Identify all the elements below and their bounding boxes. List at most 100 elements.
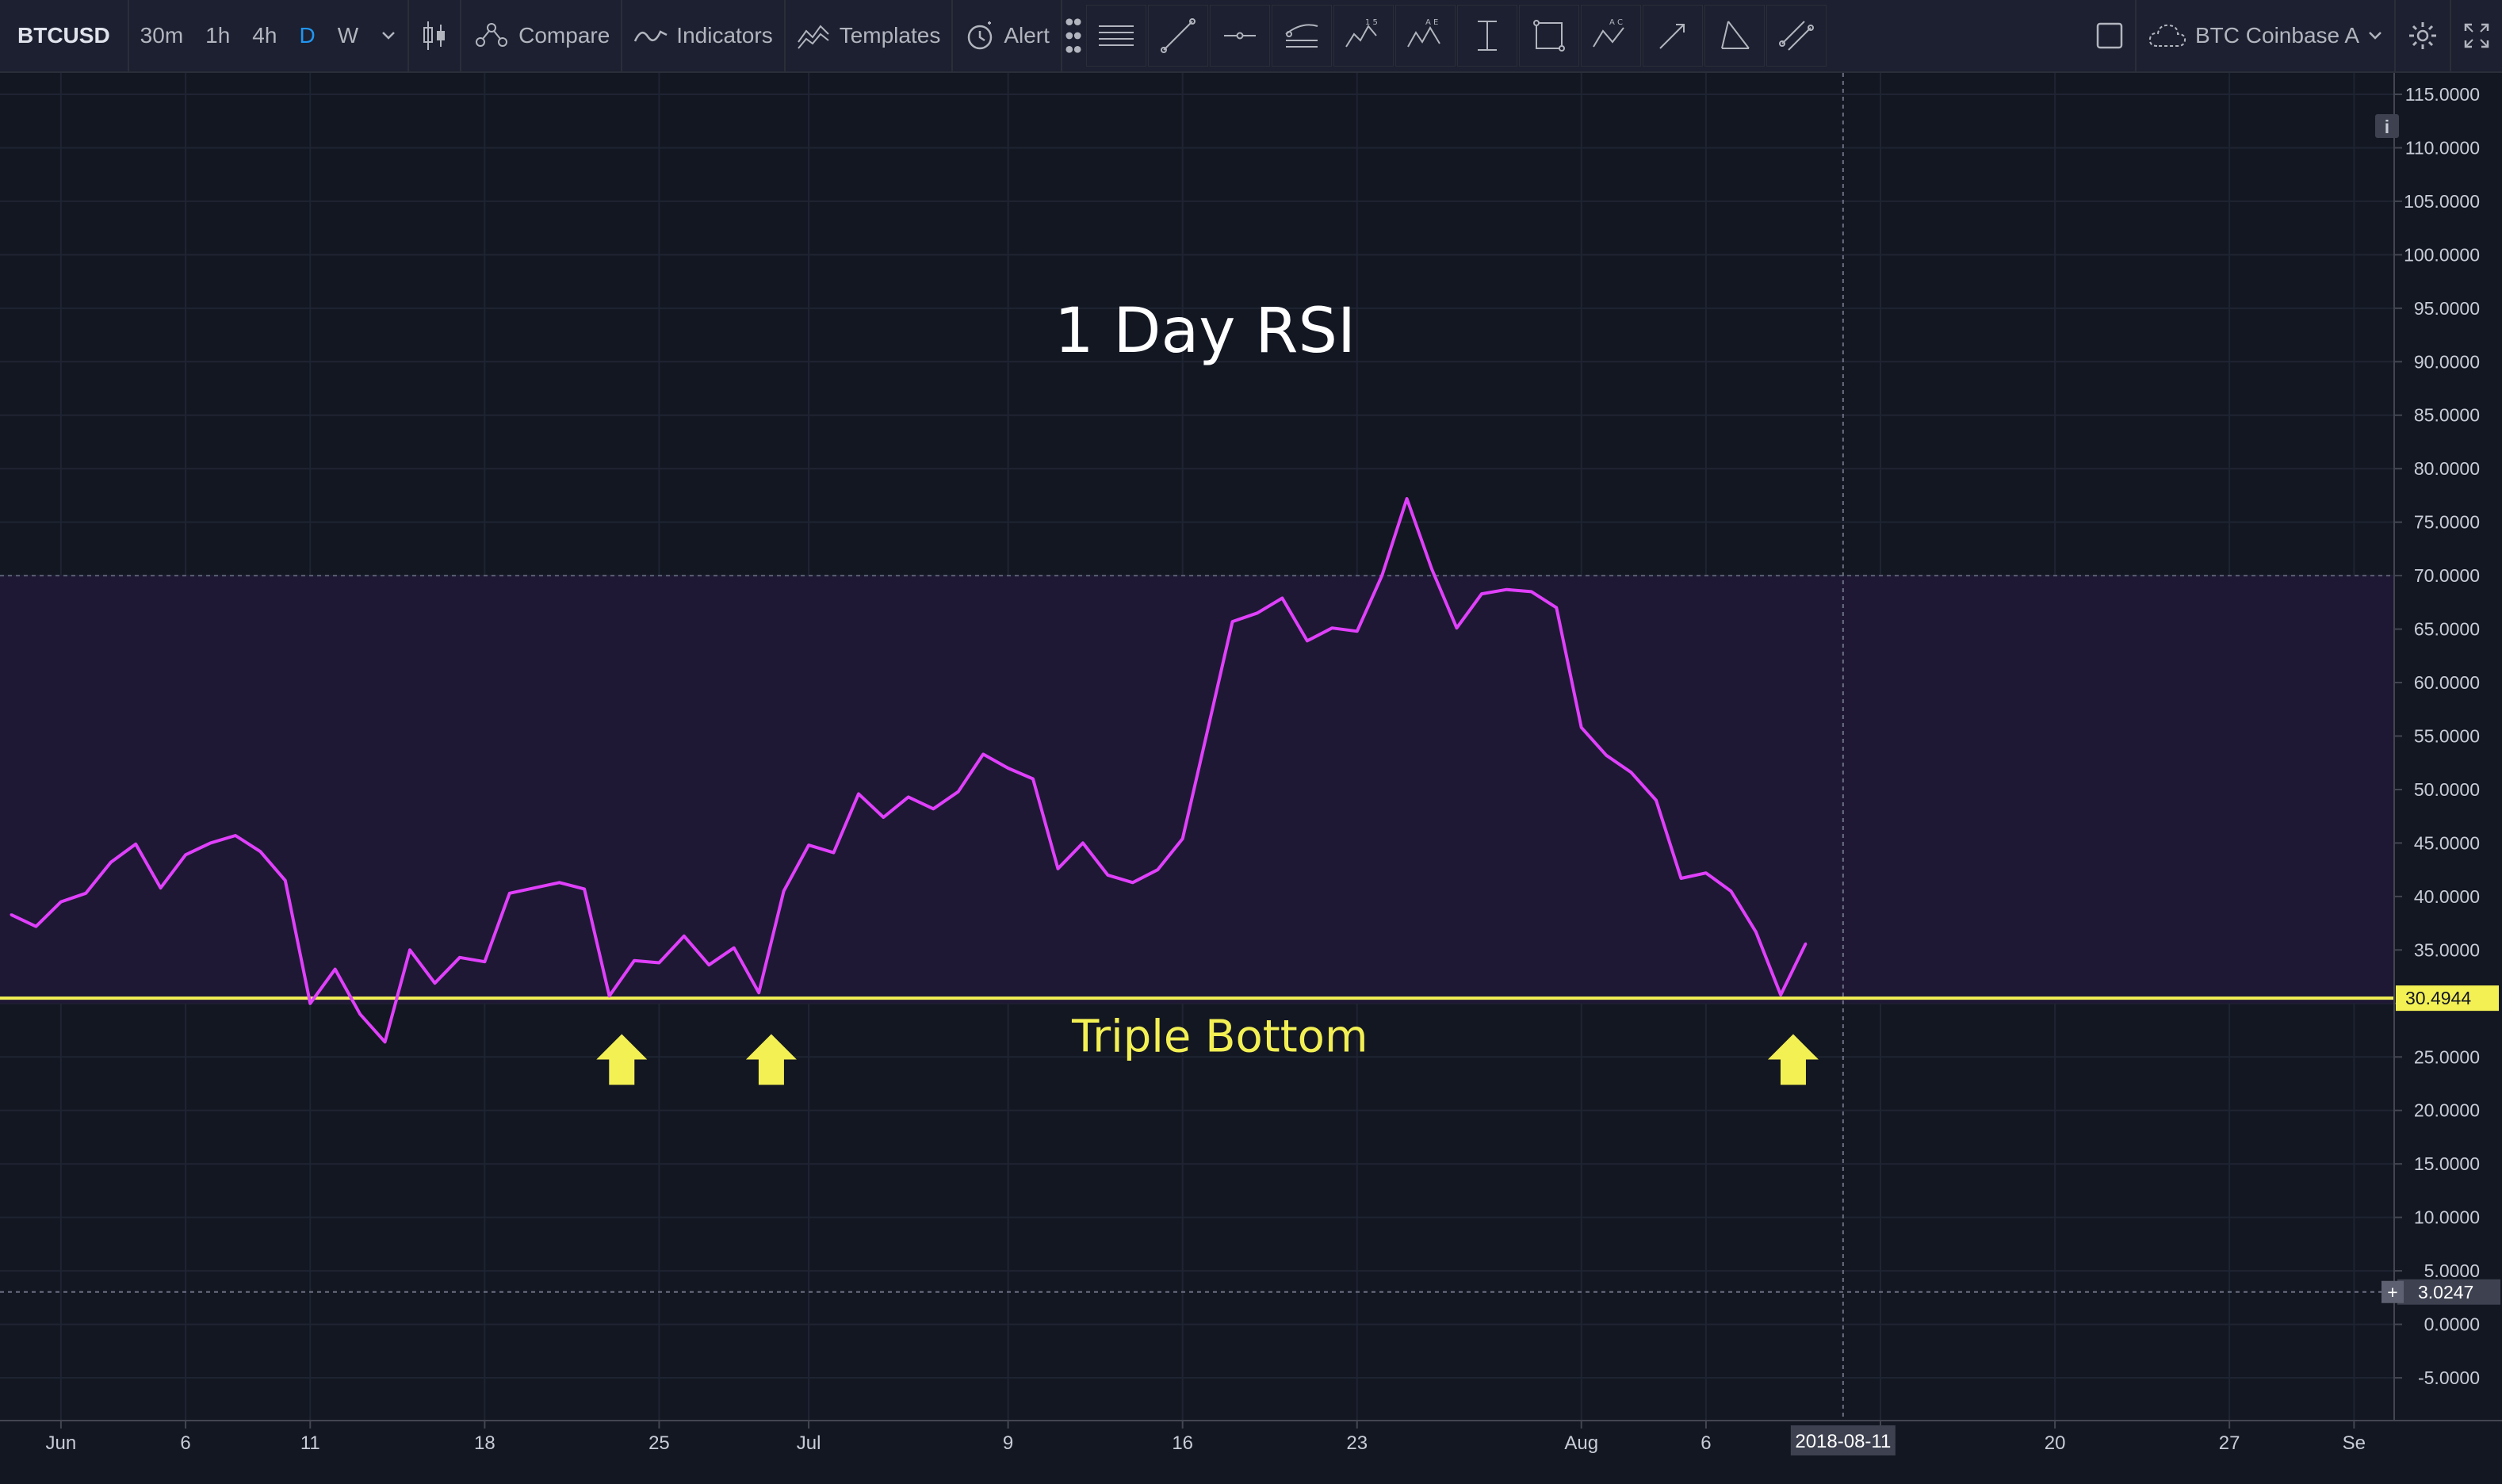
rsi-point-66 <box>1655 799 1658 801</box>
interval-dropdown-icon[interactable] <box>369 0 407 72</box>
interval-1h[interactable]: 1h <box>194 0 241 72</box>
templates-button[interactable]: Templates <box>786 0 954 72</box>
chart-title: 1 Day RSI <box>1054 296 1356 367</box>
compare-button[interactable]: Compare <box>461 0 623 72</box>
y-tick-label: 115.0000 <box>2405 84 2480 105</box>
rsi-point-35 <box>882 816 885 819</box>
alert-button[interactable]: Alert <box>953 0 1062 72</box>
rsi-point-15 <box>384 1040 387 1043</box>
pattern-tool-icon[interactable]: A E <box>1394 5 1456 67</box>
rsi-point-54 <box>1356 629 1359 633</box>
rsi-point-63 <box>1580 726 1583 729</box>
settings-button[interactable] <box>2396 0 2451 72</box>
rsi-point-65 <box>1630 771 1633 774</box>
x-tick-label: Aug <box>1564 1432 1598 1454</box>
abcd-pattern-tool-icon[interactable]: A C <box>1580 5 1641 67</box>
indicators-button[interactable]: Indicators <box>622 0 786 72</box>
y-tick-label: 15.0000 <box>2414 1153 2480 1174</box>
rsi-point-7 <box>184 853 187 856</box>
x-tick-label: 9 <box>1003 1432 1013 1454</box>
rsi-point-42 <box>1057 867 1059 870</box>
info-icon[interactable]: i <box>2375 114 2399 138</box>
trend-line-tool-icon[interactable] <box>1147 5 1208 67</box>
rsi-point-23 <box>583 887 586 890</box>
rsi-point-27 <box>683 935 686 938</box>
expand-icon <box>2451 0 2502 72</box>
x-tick-label: 27 <box>2219 1432 2240 1454</box>
rsi-point-69 <box>1729 889 1732 893</box>
symbol-box[interactable]: BTCUSD <box>0 0 129 72</box>
y-tick-label: 110.0000 <box>2405 137 2480 158</box>
rsi-point-59 <box>1480 592 1483 595</box>
crosshair-price-label: 3.0247 <box>2418 1282 2473 1302</box>
rsi-point-43 <box>1081 841 1085 844</box>
rsi-point-20 <box>508 892 511 895</box>
rsi-point-3 <box>84 892 87 895</box>
plus-icon[interactable]: + <box>2387 1282 2397 1302</box>
rsi-point-57 <box>1430 568 1433 571</box>
interval-group: 30m 1h 4h D W <box>129 0 410 72</box>
rsi-point-2 <box>59 901 63 904</box>
y-tick-label: 50.0000 <box>2414 779 2480 800</box>
chevron-down-icon <box>2369 32 2381 40</box>
square-icon <box>2084 0 2135 72</box>
rsi-point-6 <box>159 886 163 889</box>
rsi-point-39 <box>981 752 985 755</box>
text-cursor-tool-icon[interactable] <box>1456 5 1517 67</box>
rsi-point-19 <box>483 960 486 963</box>
crosshair-date-label: 2018-08-11 <box>1795 1431 1891 1452</box>
rsi-point-14 <box>358 1012 362 1015</box>
rectangle-tool-icon[interactable] <box>1518 5 1579 67</box>
interval-w[interactable]: W <box>327 0 369 72</box>
y-tick-label: 55.0000 <box>2414 726 2480 747</box>
rsi-point-40 <box>1007 767 1010 770</box>
rsi-point-11 <box>284 879 287 882</box>
elliott-wave-tool-icon[interactable]: 1 5 <box>1333 5 1394 67</box>
chart-type-button[interactable] <box>409 0 462 72</box>
svg-text:A C: A C <box>1609 18 1623 27</box>
x-tick-label: 20 <box>2045 1432 2066 1454</box>
arrow-tool-icon[interactable] <box>1642 5 1703 67</box>
rsi-point-24 <box>608 994 611 997</box>
rsi-point-10 <box>258 850 262 853</box>
chart-area[interactable]: 1 Day RSI Triple Bottom -5.0000 0.0000 5.0… <box>0 73 2502 1484</box>
rsi-point-22 <box>558 881 561 884</box>
support-price-tag: 30.4944 <box>2396 985 2499 1012</box>
horizontal-lines-tool-icon[interactable] <box>1085 5 1146 67</box>
rsi-point-70 <box>1754 930 1758 933</box>
rsi-point-51 <box>1280 597 1284 599</box>
x-tick-label: Se <box>2343 1432 2366 1454</box>
rsi-chart[interactable]: 1 Day RSI Triple Bottom -5.0000 0.0000 5.0… <box>0 73 2502 1484</box>
x-tick-label: 25 <box>648 1432 670 1454</box>
y-tick-label: 85.0000 <box>2414 405 2480 426</box>
alert-label: Alert <box>1004 23 1050 48</box>
fullscreen-toggle[interactable] <box>2084 0 2137 72</box>
exchange-label: BTC Coinbase A <box>2195 23 2359 48</box>
y-tick-label: 75.0000 <box>2414 512 2480 533</box>
rsi-point-50 <box>1256 611 1259 614</box>
rsi-point-48 <box>1206 729 1209 732</box>
exchange-selector[interactable]: BTC Coinbase A <box>2137 0 2396 72</box>
rsi-point-72 <box>1804 942 1808 945</box>
rsi-point-28 <box>707 963 710 966</box>
expand-button[interactable] <box>2451 0 2502 72</box>
y-tick-label: 105.0000 <box>2404 191 2480 212</box>
angle-tool-icon[interactable] <box>1704 5 1765 67</box>
y-tick-label: 25.0000 <box>2414 1046 2480 1067</box>
alarm-clock-icon <box>968 21 993 50</box>
rsi-point-61 <box>1530 590 1533 593</box>
rsi-point-37 <box>932 807 935 810</box>
drag-handle-icon[interactable] <box>1062 5 1085 67</box>
rsi-point-1 <box>34 925 37 928</box>
pitchfork-tool-icon[interactable] <box>1271 5 1332 67</box>
interval-d[interactable]: D <box>288 0 326 72</box>
rsi-band <box>0 576 2394 1004</box>
rsi-point-29 <box>733 947 736 950</box>
gear-icon <box>2396 0 2450 72</box>
horizontal-line-tool-icon[interactable] <box>1209 5 1270 67</box>
interval-4h[interactable]: 4h <box>241 0 288 72</box>
rsi-point-55 <box>1380 574 1383 577</box>
interval-30m[interactable]: 30m <box>129 0 194 72</box>
rsi-point-32 <box>807 843 810 847</box>
parallel-channel-tool-icon[interactable] <box>1766 5 1827 67</box>
